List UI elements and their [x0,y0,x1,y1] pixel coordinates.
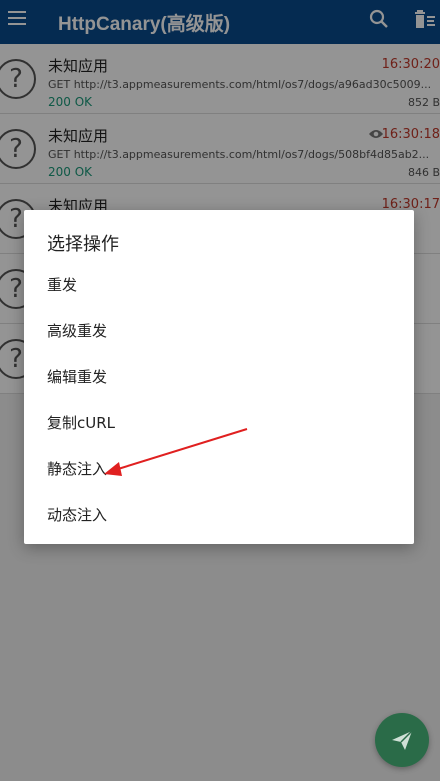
send-icon [392,730,413,750]
option-dynamic-inject[interactable]: 动态注入 [47,504,107,525]
option-edit-resend[interactable]: 编辑重发 [47,366,107,387]
send-button[interactable] [375,713,429,767]
option-copy-curl[interactable]: 复制cURL [47,412,115,433]
option-resend[interactable]: 重发 [47,274,77,295]
option-advanced-resend[interactable]: 高级重发 [47,320,107,341]
action-dialog: 选择操作 重发 高级重发 编辑重发 复制cURL 静态注入 动态注入 [24,210,414,544]
option-static-inject[interactable]: 静态注入 [47,458,107,479]
dialog-title: 选择操作 [47,234,119,255]
